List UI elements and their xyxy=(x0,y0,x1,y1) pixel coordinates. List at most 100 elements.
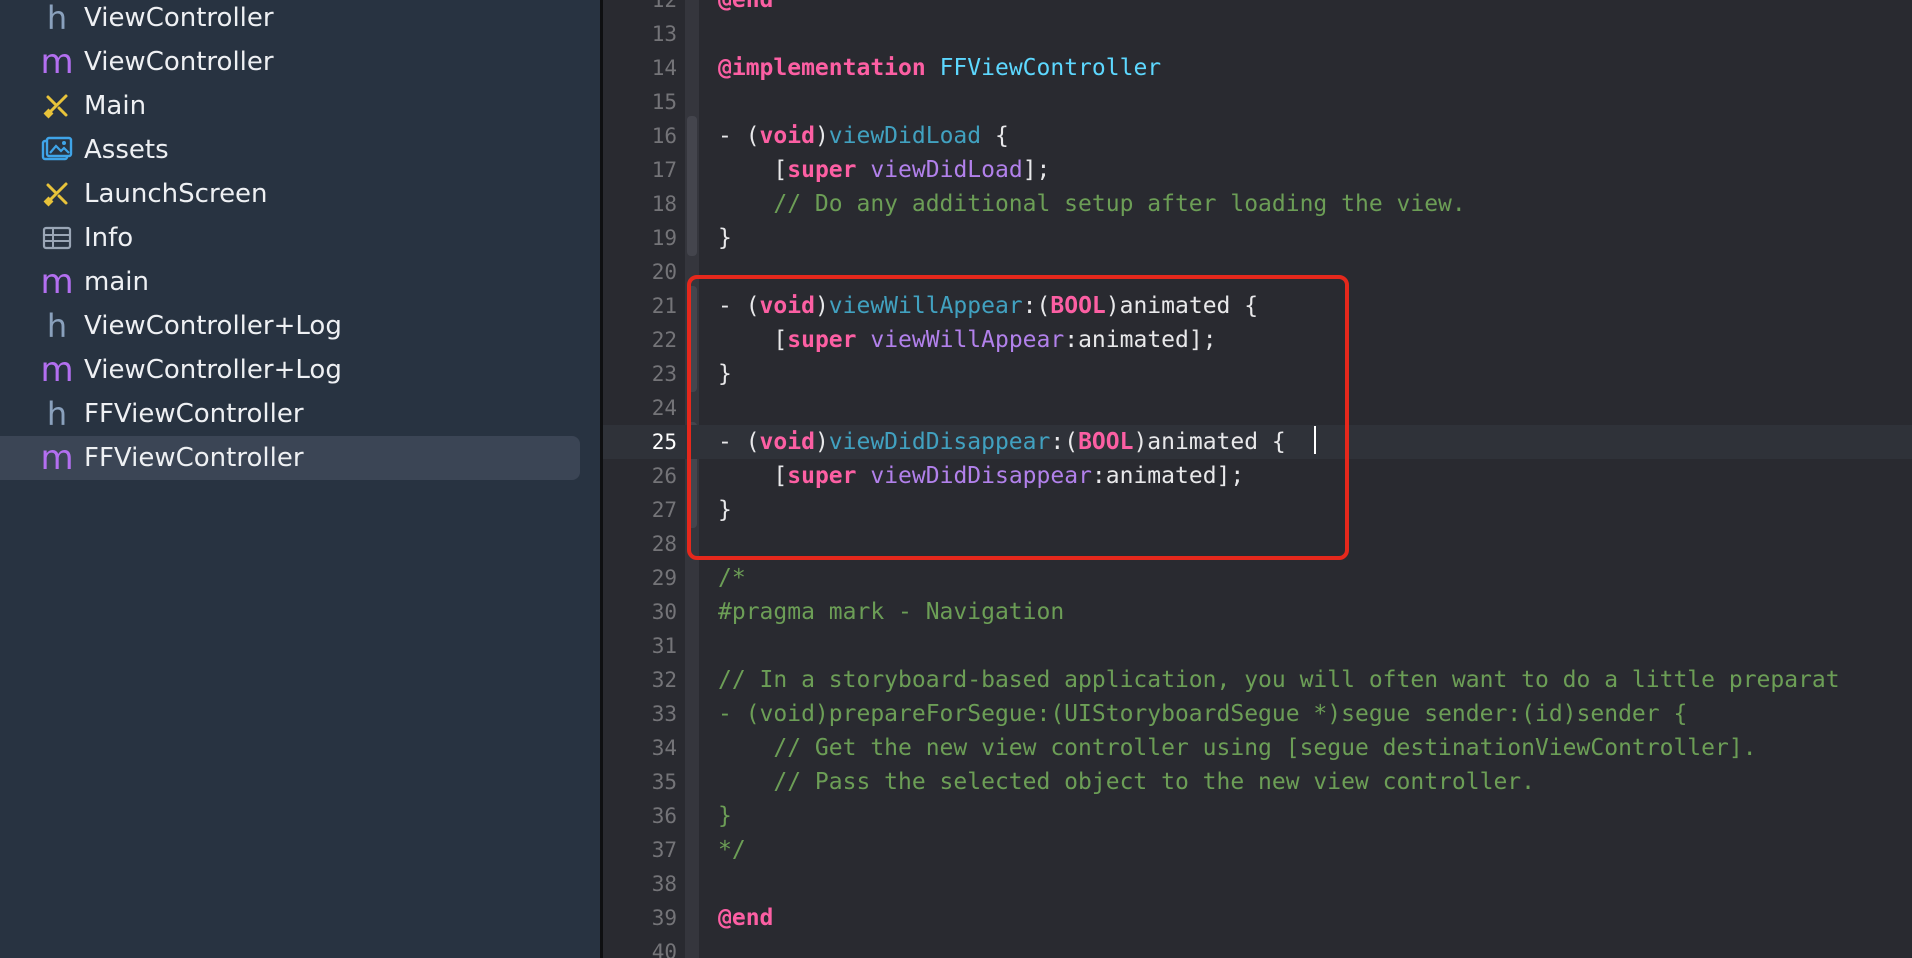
line-number: 34 xyxy=(651,736,677,760)
line-number: 20 xyxy=(651,260,677,284)
code-text: @implementation FFViewController xyxy=(718,51,1161,85)
navigator-item-label: FFViewController xyxy=(84,443,304,473)
code-line[interactable]: 14 @implementation FFViewController xyxy=(603,51,1912,85)
code-token: - (void)prepareForSegue:(UIStoryboardSeg… xyxy=(718,701,1688,727)
code-text: // Do any additional setup after loading… xyxy=(718,187,1466,221)
line-number: 37 xyxy=(651,838,677,862)
code-token: */ xyxy=(718,837,746,863)
code-line[interactable]: 30 #pragma mark - Navigation xyxy=(603,595,1912,629)
line-number: 30 xyxy=(651,600,677,624)
line-number: 18 xyxy=(651,192,677,216)
code-line[interactable]: 40 xyxy=(603,935,1912,958)
line-number: 35 xyxy=(651,770,677,794)
code-line[interactable]: 13 xyxy=(603,17,1912,51)
code-text: } xyxy=(718,221,732,255)
implementation-file-icon: m xyxy=(40,45,74,79)
code-line[interactable]: 33 - (void)prepareForSegue:(UIStoryboardS… xyxy=(603,697,1912,731)
code-token: ) xyxy=(814,123,829,149)
implementation-file-icon: m xyxy=(40,353,74,387)
file-type-glyph: h xyxy=(46,307,68,345)
code-token: viewDidLoad xyxy=(870,157,1023,183)
navigator-item[interactable]: Main xyxy=(0,84,580,128)
storyboard-icon xyxy=(40,177,74,211)
line-number: 23 xyxy=(651,362,677,386)
line-number: 12 xyxy=(651,0,677,12)
code-token: } xyxy=(718,803,732,829)
line-number: 14 xyxy=(651,56,677,80)
navigator-item-label: main xyxy=(84,267,149,297)
code-line[interactable]: 16 - (void)viewDidLoad { xyxy=(603,119,1912,153)
navigator-item-label: ViewController xyxy=(84,3,274,33)
code-token: FFViewController xyxy=(939,55,1162,81)
code-line[interactable]: 17 [super viewDidLoad]; xyxy=(603,153,1912,187)
line-number: 21 xyxy=(651,294,677,318)
file-type-glyph: h xyxy=(46,395,68,433)
project-navigator: h ViewController m ViewController Main Assets… xyxy=(0,0,600,958)
code-line[interactable]: 32 // In a storyboard-based application, … xyxy=(603,663,1912,697)
code-text: #pragma mark - Navigation xyxy=(718,595,1064,629)
line-number: 13 xyxy=(651,22,677,46)
asset-catalog-icon xyxy=(40,133,74,167)
code-line[interactable]: 37 */ xyxy=(603,833,1912,867)
navigator-item[interactable]: LaunchScreen xyxy=(0,172,580,216)
header-file-icon: h xyxy=(40,309,74,343)
code-token: { xyxy=(981,123,1009,149)
line-number: 38 xyxy=(651,872,677,896)
navigator-item[interactable]: h FFViewController xyxy=(0,392,580,436)
code-line[interactable]: 36} xyxy=(603,799,1912,833)
code-line[interactable]: 19} xyxy=(603,221,1912,255)
plist-icon xyxy=(40,221,74,255)
line-number: 28 xyxy=(651,532,677,556)
code-token: #pragma mark - Navigation xyxy=(718,599,1065,625)
line-number: 24 xyxy=(651,396,677,420)
code-text: [super viewDidLoad]; xyxy=(718,153,1050,187)
line-number: 26 xyxy=(651,464,677,488)
code-text: - (void)viewDidLoad { xyxy=(718,119,1009,153)
code-line[interactable]: 29 /* xyxy=(603,561,1912,595)
code-token: viewDidLoad xyxy=(828,123,982,149)
navigator-item[interactable]: Info xyxy=(0,216,580,260)
navigator-item[interactable]: Assets xyxy=(0,128,580,172)
navigator-item-label: Assets xyxy=(84,135,169,165)
navigator-item[interactable]: h ViewController+Log xyxy=(0,304,580,348)
storyboard-icon xyxy=(40,89,74,123)
navigator-item[interactable]: m ViewController+Log xyxy=(0,348,580,392)
line-number: 27 xyxy=(651,498,677,522)
navigator-item-label: Info xyxy=(84,223,134,253)
code-text: - (void)prepareForSegue:(UIStoryboardSeg… xyxy=(718,697,1687,731)
navigator-item[interactable]: m FFViewController xyxy=(0,436,580,480)
text-cursor xyxy=(1314,426,1316,454)
file-type-glyph: m xyxy=(40,262,74,302)
implementation-file-icon: m xyxy=(40,265,74,299)
code-line[interactable]: 15 xyxy=(603,85,1912,119)
navigator-item-label: LaunchScreen xyxy=(84,179,268,209)
navigator-item[interactable]: h ViewController xyxy=(0,0,580,40)
code-line[interactable]: 12 @end xyxy=(603,0,1912,17)
code-text: /* xyxy=(718,561,746,595)
code-text: } xyxy=(718,799,732,833)
line-number: 17 xyxy=(651,158,677,182)
file-type-glyph: m xyxy=(40,42,74,82)
code-token: @end xyxy=(718,0,774,13)
code-line[interactable]: 35 // Pass the selected object to the ne… xyxy=(603,765,1912,799)
navigator-item-label: FFViewController xyxy=(84,399,304,429)
code-line[interactable]: 38 xyxy=(603,867,1912,901)
code-text: */ xyxy=(718,833,746,867)
header-file-icon: h xyxy=(40,397,74,431)
navigator-item[interactable]: m main xyxy=(0,260,580,304)
navigator-item-label: ViewController+Log xyxy=(84,355,342,385)
code-token: // In a storyboard-based application, yo… xyxy=(718,667,1840,693)
line-number: 19 xyxy=(651,226,677,250)
navigator-item[interactable]: m ViewController xyxy=(0,40,580,84)
code-line[interactable]: 34 // Get the new view controller using … xyxy=(603,731,1912,765)
code-line[interactable]: 31 xyxy=(603,629,1912,663)
line-number: 36 xyxy=(651,804,677,828)
line-number: 31 xyxy=(651,634,677,658)
code-token: // Get the new view controller using [se… xyxy=(718,735,1757,761)
code-line[interactable]: 39 @end xyxy=(603,901,1912,935)
code-token: // Do any additional setup after loading… xyxy=(718,191,1466,217)
line-number: 25 xyxy=(651,430,677,454)
code-line[interactable]: 18 // Do any additional setup after load… xyxy=(603,187,1912,221)
